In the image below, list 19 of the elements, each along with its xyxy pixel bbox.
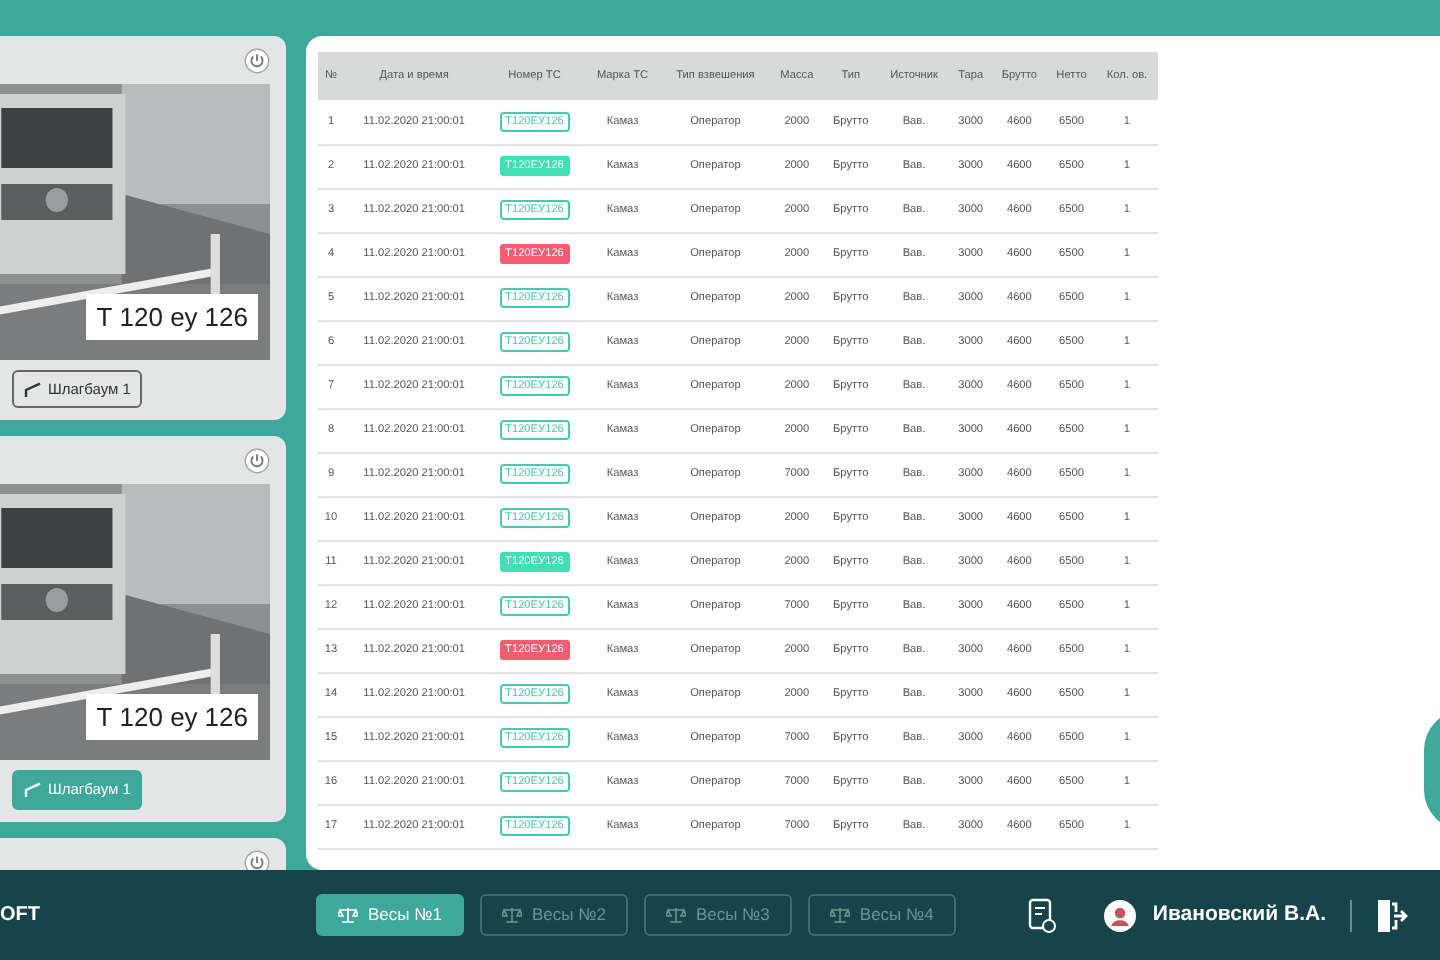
user-name: Ивановский В.А. xyxy=(1152,899,1326,930)
logo-text: OFT xyxy=(0,902,42,930)
scales-icon xyxy=(338,906,358,924)
logout-icon[interactable] xyxy=(1376,897,1408,933)
power-icon[interactable] xyxy=(244,48,270,74)
scale-tab[interactable]: Весы №4 xyxy=(807,894,956,936)
scale-tab[interactable]: Весы №1 xyxy=(316,894,464,936)
plate-label: Т 120 еу 126 xyxy=(86,693,258,741)
scales-icon xyxy=(501,906,522,924)
scales-icon xyxy=(829,906,850,924)
power-icon[interactable] xyxy=(244,448,270,475)
scale-tab[interactable]: Весы №3 xyxy=(643,894,792,936)
barrier-icon xyxy=(24,781,42,798)
avatar-icon[interactable] xyxy=(1104,899,1137,931)
report-icon[interactable] xyxy=(1028,897,1057,933)
barrier-icon xyxy=(24,381,42,398)
scales-icon xyxy=(665,906,686,924)
plate-label: Т 120 еу 126 xyxy=(86,293,258,340)
scale-tab[interactable]: Весы №2 xyxy=(479,894,628,936)
